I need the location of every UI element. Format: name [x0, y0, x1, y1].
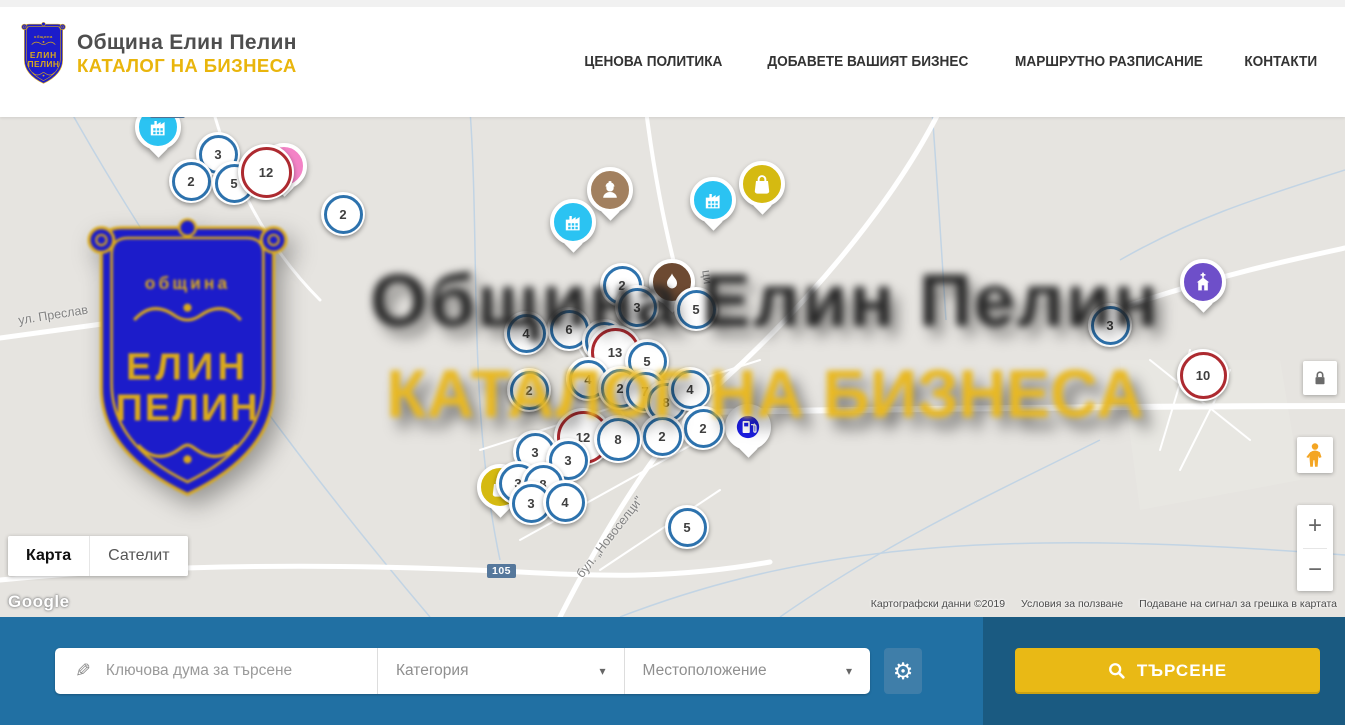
- nav-item[interactable]: КОНТАКТИ: [1245, 54, 1318, 70]
- street-label: ул. Преслав: [17, 303, 89, 328]
- brand-title: Община Елин Пелин: [77, 31, 297, 56]
- cluster-count: 2: [339, 207, 346, 222]
- zoom-out-button[interactable]: −: [1297, 549, 1333, 592]
- brand[interactable]: Община Елин Пелин КАТАЛОГ НА БИЗНЕСА: [20, 21, 297, 87]
- location-select[interactable]: Местоположение ▾: [624, 648, 871, 694]
- keyword-input[interactable]: [104, 661, 348, 681]
- zoom-in-button[interactable]: +: [1297, 505, 1333, 548]
- header: Община Елин Пелин КАТАЛОГ НА БИЗНЕСА ЦЕН…: [0, 0, 1345, 117]
- category-select-label: Категория: [396, 662, 468, 680]
- cluster-count: 12: [259, 165, 273, 180]
- cluster-count: 3: [214, 147, 221, 162]
- search-button-label: ТЪРСЕНЕ: [1137, 661, 1227, 681]
- keyword-field[interactable]: ✎: [55, 648, 377, 694]
- worker-icon: [598, 178, 622, 202]
- map-type-control: Карта Сателит: [8, 536, 188, 576]
- cluster-marker[interactable]: 10: [1177, 349, 1229, 401]
- cluster-marker[interactable]: 12: [238, 144, 294, 200]
- marker-layer: ул. Преславбул. „Новоселци"ци60021053251…: [0, 110, 1345, 617]
- main-nav: ЦЕНОВА ПОЛИТИКА ДОБАВЕТЕ ВАШИЯТ БИЗНЕС МАР…: [580, 7, 1320, 117]
- gear-icon: ⚙: [893, 658, 914, 685]
- street-label: ци: [699, 269, 715, 285]
- pegman-button[interactable]: [1297, 437, 1333, 473]
- chevron-down-icon: ▾: [599, 664, 605, 678]
- nav-item[interactable]: ДОБАВЕТЕ ВАШИЯТ БИЗНЕС: [767, 54, 968, 70]
- flame-icon: [660, 270, 684, 294]
- cluster-marker[interactable]: 2: [169, 159, 213, 203]
- pegman-icon: [1304, 442, 1326, 468]
- factory-icon: [561, 210, 585, 234]
- map-type-satellite-button[interactable]: Сателит: [89, 536, 187, 576]
- category-select[interactable]: Категория ▾: [377, 648, 624, 694]
- google-logo[interactable]: Google: [8, 592, 70, 612]
- cluster-count: 4: [686, 382, 693, 397]
- map-canvas[interactable]: ул. Преславбул. „Новоселци"ци60021053251…: [0, 110, 1345, 617]
- cluster-count: 2: [187, 174, 194, 189]
- advanced-settings-button[interactable]: ⚙: [884, 648, 922, 694]
- road-badge: 105: [487, 564, 516, 578]
- search-button[interactable]: ТЪРСЕНЕ: [1015, 648, 1320, 694]
- cluster-marker[interactable]: 4: [668, 367, 712, 411]
- cluster-count: 5: [683, 520, 690, 535]
- cluster-count: 3: [564, 453, 571, 468]
- map-type-map-button[interactable]: Карта: [8, 536, 89, 576]
- cluster-count: 2: [699, 421, 706, 436]
- cluster-count: 4: [522, 326, 529, 341]
- cluster-marker[interactable]: 2: [640, 414, 684, 458]
- search-fields: ✎ Категория ▾ Местоположение ▾: [55, 648, 870, 694]
- zoom-control: + −: [1297, 505, 1333, 591]
- pencil-icon: ✎: [75, 660, 91, 683]
- brand-subtitle: КАТАЛОГ НА БИЗНЕСА: [77, 55, 297, 77]
- lock-icon: [1311, 369, 1329, 387]
- attribution-text: Картографски данни ©2019: [871, 598, 1005, 610]
- cluster-count: 13: [608, 345, 622, 360]
- cluster-count: 8: [614, 432, 621, 447]
- cluster-count: 5: [643, 354, 650, 369]
- factory-icon: [146, 115, 170, 139]
- cluster-count: 3: [633, 300, 640, 315]
- cluster-count: 4: [584, 372, 591, 387]
- cluster-count: 5: [230, 176, 237, 191]
- nav-item[interactable]: ЦЕНОВА ПОЛИТИКА: [584, 54, 722, 70]
- cluster-count: 3: [1106, 318, 1113, 333]
- search-icon: [1108, 662, 1126, 680]
- factory-pin[interactable]: [690, 177, 736, 228]
- cluster-count: 2: [525, 383, 532, 398]
- bag-icon: [750, 172, 774, 196]
- cluster-count: 4: [561, 495, 568, 510]
- cluster-count: 10: [1196, 368, 1210, 383]
- chevron-down-icon: ▾: [846, 664, 852, 678]
- cluster-marker[interactable]: 3: [615, 285, 659, 329]
- cluster-count: 5: [692, 302, 699, 317]
- location-select-label: Местоположение: [643, 662, 767, 680]
- cluster-count: 3: [527, 496, 534, 511]
- cluster-count: 3: [531, 445, 538, 460]
- bag-pin[interactable]: [739, 161, 785, 212]
- factory-icon: [701, 188, 725, 212]
- attribution-link[interactable]: Подаване на сигнал за грешка в картата: [1139, 598, 1337, 610]
- cluster-marker[interactable]: 4: [543, 480, 587, 524]
- church-pin[interactable]: [1180, 259, 1226, 310]
- nav-item[interactable]: МАРШРУТНО РАЗПИСАНИЕ: [1015, 54, 1203, 70]
- cluster-marker[interactable]: 3: [1088, 303, 1132, 347]
- fuel-pin[interactable]: [725, 404, 771, 455]
- cluster-count: 2: [658, 429, 665, 444]
- search-bar: ✎ Категория ▾ Местоположение ▾ ⚙ ТЪРСЕНЕ: [0, 617, 1345, 725]
- attribution-link[interactable]: Условия за ползване: [1021, 598, 1123, 610]
- cluster-count: 6: [565, 322, 572, 337]
- map-attribution: Картографски данни ©2019 Условия за ползв…: [871, 598, 1337, 610]
- municipality-logo-icon: [20, 21, 67, 87]
- fuel-icon: [736, 415, 760, 439]
- cluster-marker[interactable]: 5: [674, 287, 718, 331]
- cluster-marker[interactable]: 4: [504, 311, 548, 355]
- cluster-marker[interactable]: 2: [681, 406, 725, 450]
- lock-button[interactable]: [1303, 361, 1337, 395]
- cluster-marker[interactable]: 2: [507, 368, 551, 412]
- cluster-marker[interactable]: 5: [665, 505, 709, 549]
- church-icon: [1191, 270, 1215, 294]
- factory-pin[interactable]: [550, 199, 596, 250]
- cluster-marker[interactable]: 8: [594, 415, 642, 463]
- cluster-marker[interactable]: 2: [321, 192, 365, 236]
